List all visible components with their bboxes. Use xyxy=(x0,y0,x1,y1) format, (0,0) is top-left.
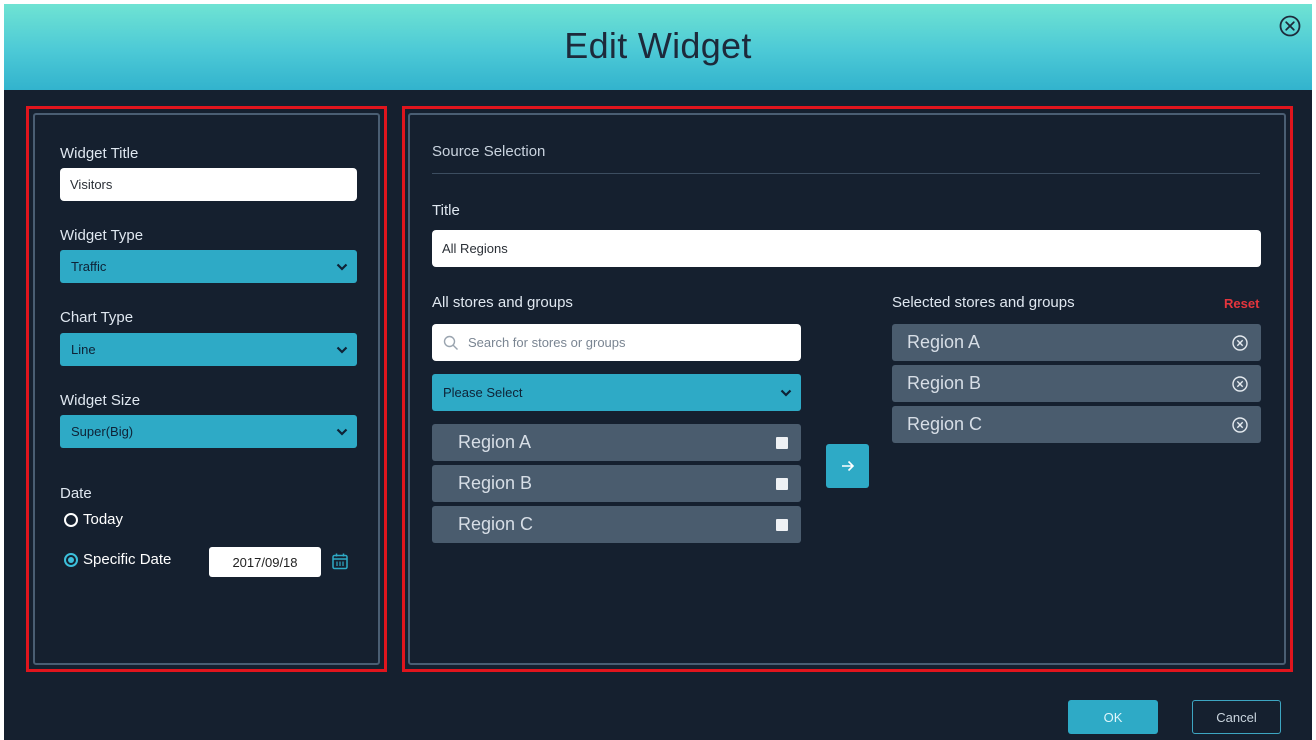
list-item-region-b[interactable]: Region B xyxy=(432,465,801,502)
selected-item-label: Region C xyxy=(907,414,983,434)
source-selection-title: Source Selection xyxy=(432,143,546,160)
dialog-title: Edit Widget xyxy=(564,25,752,66)
dialog-header: Edit Widget xyxy=(4,4,1312,90)
all-stores-label: All stores and groups xyxy=(432,294,573,311)
chart-type-value: Line xyxy=(71,342,96,357)
list-item-region-c[interactable]: Region C xyxy=(432,506,801,543)
radio-today[interactable]: Today xyxy=(64,511,123,528)
source-selection-panel: Source Selection Title All Regions All s… xyxy=(408,113,1286,665)
list-item-label: Region A xyxy=(458,432,532,452)
group-filter-select[interactable]: Please Select xyxy=(432,374,801,411)
remove-circle-icon[interactable] xyxy=(1231,334,1249,352)
radio-circle[interactable] xyxy=(64,512,78,527)
radio-circle-selected[interactable] xyxy=(64,552,78,567)
search-icon xyxy=(443,335,458,350)
radio-specific-date-label: Specific Date xyxy=(83,551,172,568)
list-item-label: Region B xyxy=(458,473,533,493)
search-placeholder: Search for stores or groups xyxy=(468,335,626,350)
chart-type-select[interactable]: Line xyxy=(60,333,357,366)
add-selected-button[interactable] xyxy=(826,444,869,488)
checkbox[interactable] xyxy=(776,477,788,490)
checkbox[interactable] xyxy=(776,518,788,531)
close-icon[interactable] xyxy=(1278,14,1302,38)
radio-today-label: Today xyxy=(83,511,124,528)
chevron-down-icon xyxy=(780,389,792,397)
group-filter-value: Please Select xyxy=(443,385,523,400)
edit-widget-dialog: Edit Widget Widget Title Visitors Widget… xyxy=(4,4,1312,740)
section-divider xyxy=(432,173,1260,174)
search-input[interactable]: Search for stores or groups xyxy=(432,324,801,361)
chevron-down-icon xyxy=(336,346,348,354)
list-item-region-a[interactable]: Region A xyxy=(432,424,801,461)
selected-item-region-b: Region B xyxy=(892,365,1261,402)
widget-size-select[interactable]: Super(Big) xyxy=(60,415,357,448)
widget-title-label: Widget Title xyxy=(60,145,139,162)
remove-circle-icon[interactable] xyxy=(1231,416,1249,434)
widget-type-value: Traffic xyxy=(71,259,107,274)
widget-size-label: Widget Size xyxy=(60,392,141,409)
radio-specific-date[interactable]: Specific Date xyxy=(64,551,171,568)
specific-date-input[interactable]: 2017/09/18 xyxy=(209,547,321,577)
ok-button[interactable]: OK xyxy=(1068,700,1158,734)
widget-type-select[interactable]: Traffic xyxy=(60,250,357,283)
selected-item-label: Region B xyxy=(907,373,982,393)
selected-item-region-c: Region C xyxy=(892,406,1261,443)
widget-size-value: Super(Big) xyxy=(71,424,134,439)
date-label: Date xyxy=(60,485,92,502)
chevron-down-icon xyxy=(336,263,348,271)
chart-type-label: Chart Type xyxy=(60,309,134,326)
widget-type-label: Widget Type xyxy=(60,227,144,244)
remove-circle-icon[interactable] xyxy=(1231,375,1249,393)
reset-link[interactable]: Reset xyxy=(1224,296,1259,311)
calendar-icon[interactable] xyxy=(332,553,348,570)
list-item-label: Region C xyxy=(458,514,534,534)
checkbox[interactable] xyxy=(776,436,788,449)
selected-item-region-a: Region A xyxy=(892,324,1261,361)
arrow-right-icon xyxy=(841,460,854,472)
widget-settings-panel: Widget Title Visitors Widget Type Traffi… xyxy=(33,113,380,665)
chevron-down-icon xyxy=(336,428,348,436)
widget-title-input[interactable]: Visitors xyxy=(60,168,357,201)
selected-stores-label: Selected stores and groups xyxy=(892,294,1075,311)
title-label: Title xyxy=(432,202,460,219)
source-title-input[interactable]: All Regions xyxy=(432,230,1261,267)
selected-item-label: Region A xyxy=(907,332,981,352)
cancel-button[interactable]: Cancel xyxy=(1192,700,1281,734)
